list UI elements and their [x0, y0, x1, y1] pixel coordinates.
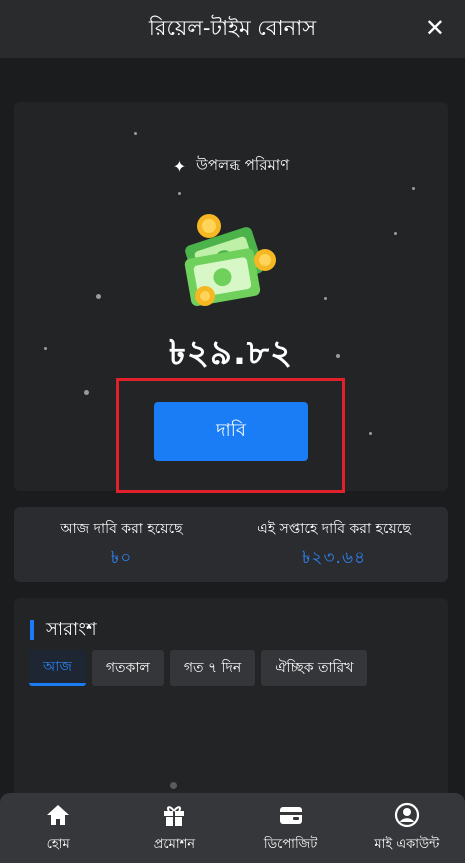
sparkle-dot [324, 297, 327, 300]
sparkle-dot [394, 232, 397, 235]
week-claimed-label: এই সপ্তাহে দাবি করা হয়েছে [257, 521, 411, 537]
tab-last-7-days[interactable]: গত ৭ দিন [169, 650, 256, 686]
close-icon[interactable]: ✕ [425, 16, 445, 40]
sparkle-dot [96, 294, 101, 299]
week-claimed-value: ৳২৩.৬৪ [301, 548, 367, 568]
sparkle-dot [178, 192, 181, 195]
sparkle-icon: ✦ [172, 157, 187, 176]
today-claimed: আজ দাবি করা হয়েছে ৳০ [34, 517, 209, 573]
wallet-icon [279, 806, 302, 824]
sparkle-dot [369, 432, 372, 435]
available-label-text: উপলব্ধ পরিমাণ [196, 156, 290, 174]
account-icon [394, 802, 419, 827]
summary-card: সারাংশ আজ গতকাল গত ৭ দিন ঐচ্ছিক তারিখ [14, 598, 448, 818]
bottom-nav: হোম প্রমোশন ডিপোজিট মাই একাউন্ট [0, 793, 465, 863]
sparkle-dot [84, 390, 89, 395]
available-amount-label: ✦ উপলব্ধ পরিমাণ [14, 154, 448, 179]
sparkle-dot [412, 187, 415, 190]
tab-custom-date[interactable]: ঐচ্ছিক তারিখ [261, 650, 368, 686]
home-icon [47, 804, 70, 825]
gift-icon [164, 805, 185, 826]
nav-account[interactable]: মাই একাউন্ট [352, 801, 462, 856]
today-claimed-label: আজ দাবি করা হয়েছে [60, 521, 183, 537]
today-claimed-value: ৳০ [110, 548, 133, 568]
nav-deposit[interactable]: ডিপোজিট [236, 801, 346, 856]
nav-home[interactable]: হোম [3, 801, 113, 856]
nav-promotion[interactable]: প্রমোশন [119, 801, 229, 856]
tab-yesterday[interactable]: গতকাল [91, 650, 164, 686]
bonus-card: ✦ উপলব্ধ পরিমাণ ৳২৯.৮২ দাবি [14, 102, 448, 491]
claim-button[interactable]: দাবি [154, 402, 308, 461]
page-title: রিয়েল-টাইম বোনাস [148, 15, 317, 40]
nav-deposit-label: ডিপোজিট [263, 836, 318, 852]
nav-home-label: হোম [46, 836, 70, 852]
summary-tabs: আজ গতকাল গত ৭ দিন ঐচ্ছিক তারিখ [29, 650, 368, 686]
summary-title: সারাংশ [30, 620, 97, 640]
claimed-stats: আজ দাবি করা হয়েছে ৳০ এই সপ্তাহে দাবি কর… [14, 507, 448, 582]
money-icon [184, 214, 276, 306]
tab-today[interactable]: আজ [29, 650, 86, 686]
nav-promotion-label: প্রমোশন [153, 836, 196, 852]
week-claimed: এই সপ্তাহে দাবি করা হয়েছে ৳২৩.৬৪ [229, 517, 439, 573]
bonus-amount: ৳২৯.৮২ [168, 333, 294, 373]
nav-account-label: মাই একাউন্ট [374, 836, 440, 852]
scroll-indicator [170, 782, 177, 789]
header: রিয়েল-টাইম বোনাস ✕ [0, 0, 465, 58]
sparkle-dot [134, 132, 137, 135]
